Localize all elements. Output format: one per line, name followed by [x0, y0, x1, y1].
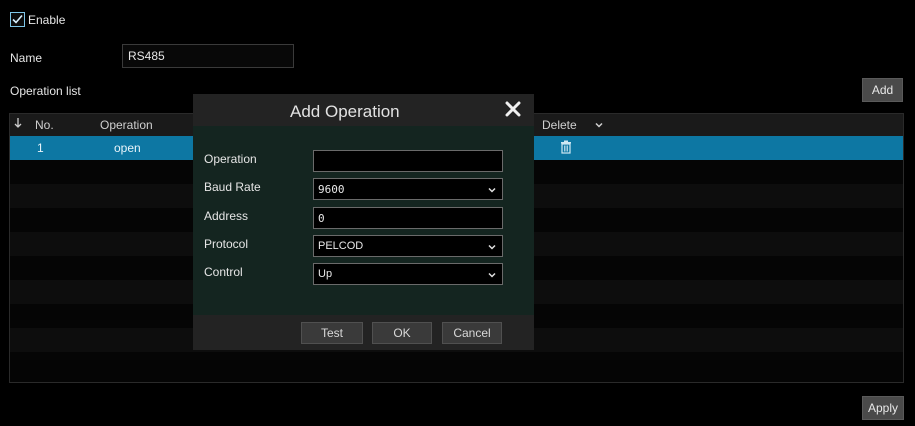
column-header-no[interactable]: No.	[35, 118, 54, 132]
name-label: Name	[10, 51, 43, 65]
cancel-button[interactable]: Cancel	[442, 322, 502, 344]
operation-field-label: Operation	[204, 152, 257, 166]
chevron-down-icon	[488, 272, 496, 278]
chevron-down-icon	[488, 244, 496, 250]
enable-checkbox[interactable]	[10, 12, 25, 27]
checkmark-icon	[12, 14, 23, 24]
test-button[interactable]: Test	[301, 322, 363, 344]
control-label: Control	[204, 265, 243, 279]
dialog-body: Operation Baud Rate 9600 Address 0 Proto…	[193, 126, 534, 315]
chevron-down-icon[interactable]	[594, 119, 604, 133]
baud-rate-label: Baud Rate	[204, 180, 261, 194]
control-select[interactable]: Up	[313, 263, 503, 285]
sort-down-icon[interactable]	[14, 117, 22, 132]
protocol-label: Protocol	[204, 237, 249, 251]
name-input[interactable]: RS485	[122, 44, 294, 68]
address-label: Address	[204, 209, 249, 223]
close-icon[interactable]	[503, 99, 523, 119]
ok-button[interactable]: OK	[372, 322, 432, 344]
baud-rate-value: 9600	[318, 183, 345, 196]
operation-input[interactable]	[313, 150, 503, 172]
dialog-footer: Test OK Cancel	[193, 315, 534, 350]
protocol-select[interactable]: PELCOD	[313, 235, 503, 257]
dialog-title: Add Operation	[290, 102, 400, 121]
column-header-operation[interactable]: Operation	[100, 118, 153, 132]
baud-rate-select[interactable]: 9600	[313, 178, 503, 200]
row-no: 1	[37, 141, 44, 155]
add-button[interactable]: Add	[862, 78, 903, 102]
control-value: Up	[318, 268, 333, 280]
protocol-value: PELCOD	[318, 240, 364, 252]
enable-label: Enable	[28, 13, 66, 27]
add-operation-dialog: Add Operation Operation Baud Rate 9600 A…	[193, 94, 534, 350]
trash-icon[interactable]	[560, 140, 572, 157]
apply-button[interactable]: Apply	[862, 396, 904, 420]
row-operation: open	[114, 141, 141, 155]
address-input[interactable]: 0	[313, 207, 503, 229]
dialog-title-bar: Add Operation	[193, 94, 534, 126]
column-header-delete[interactable]: Delete	[542, 118, 577, 132]
operation-list-label: Operation list	[10, 84, 81, 98]
chevron-down-icon	[488, 187, 496, 193]
